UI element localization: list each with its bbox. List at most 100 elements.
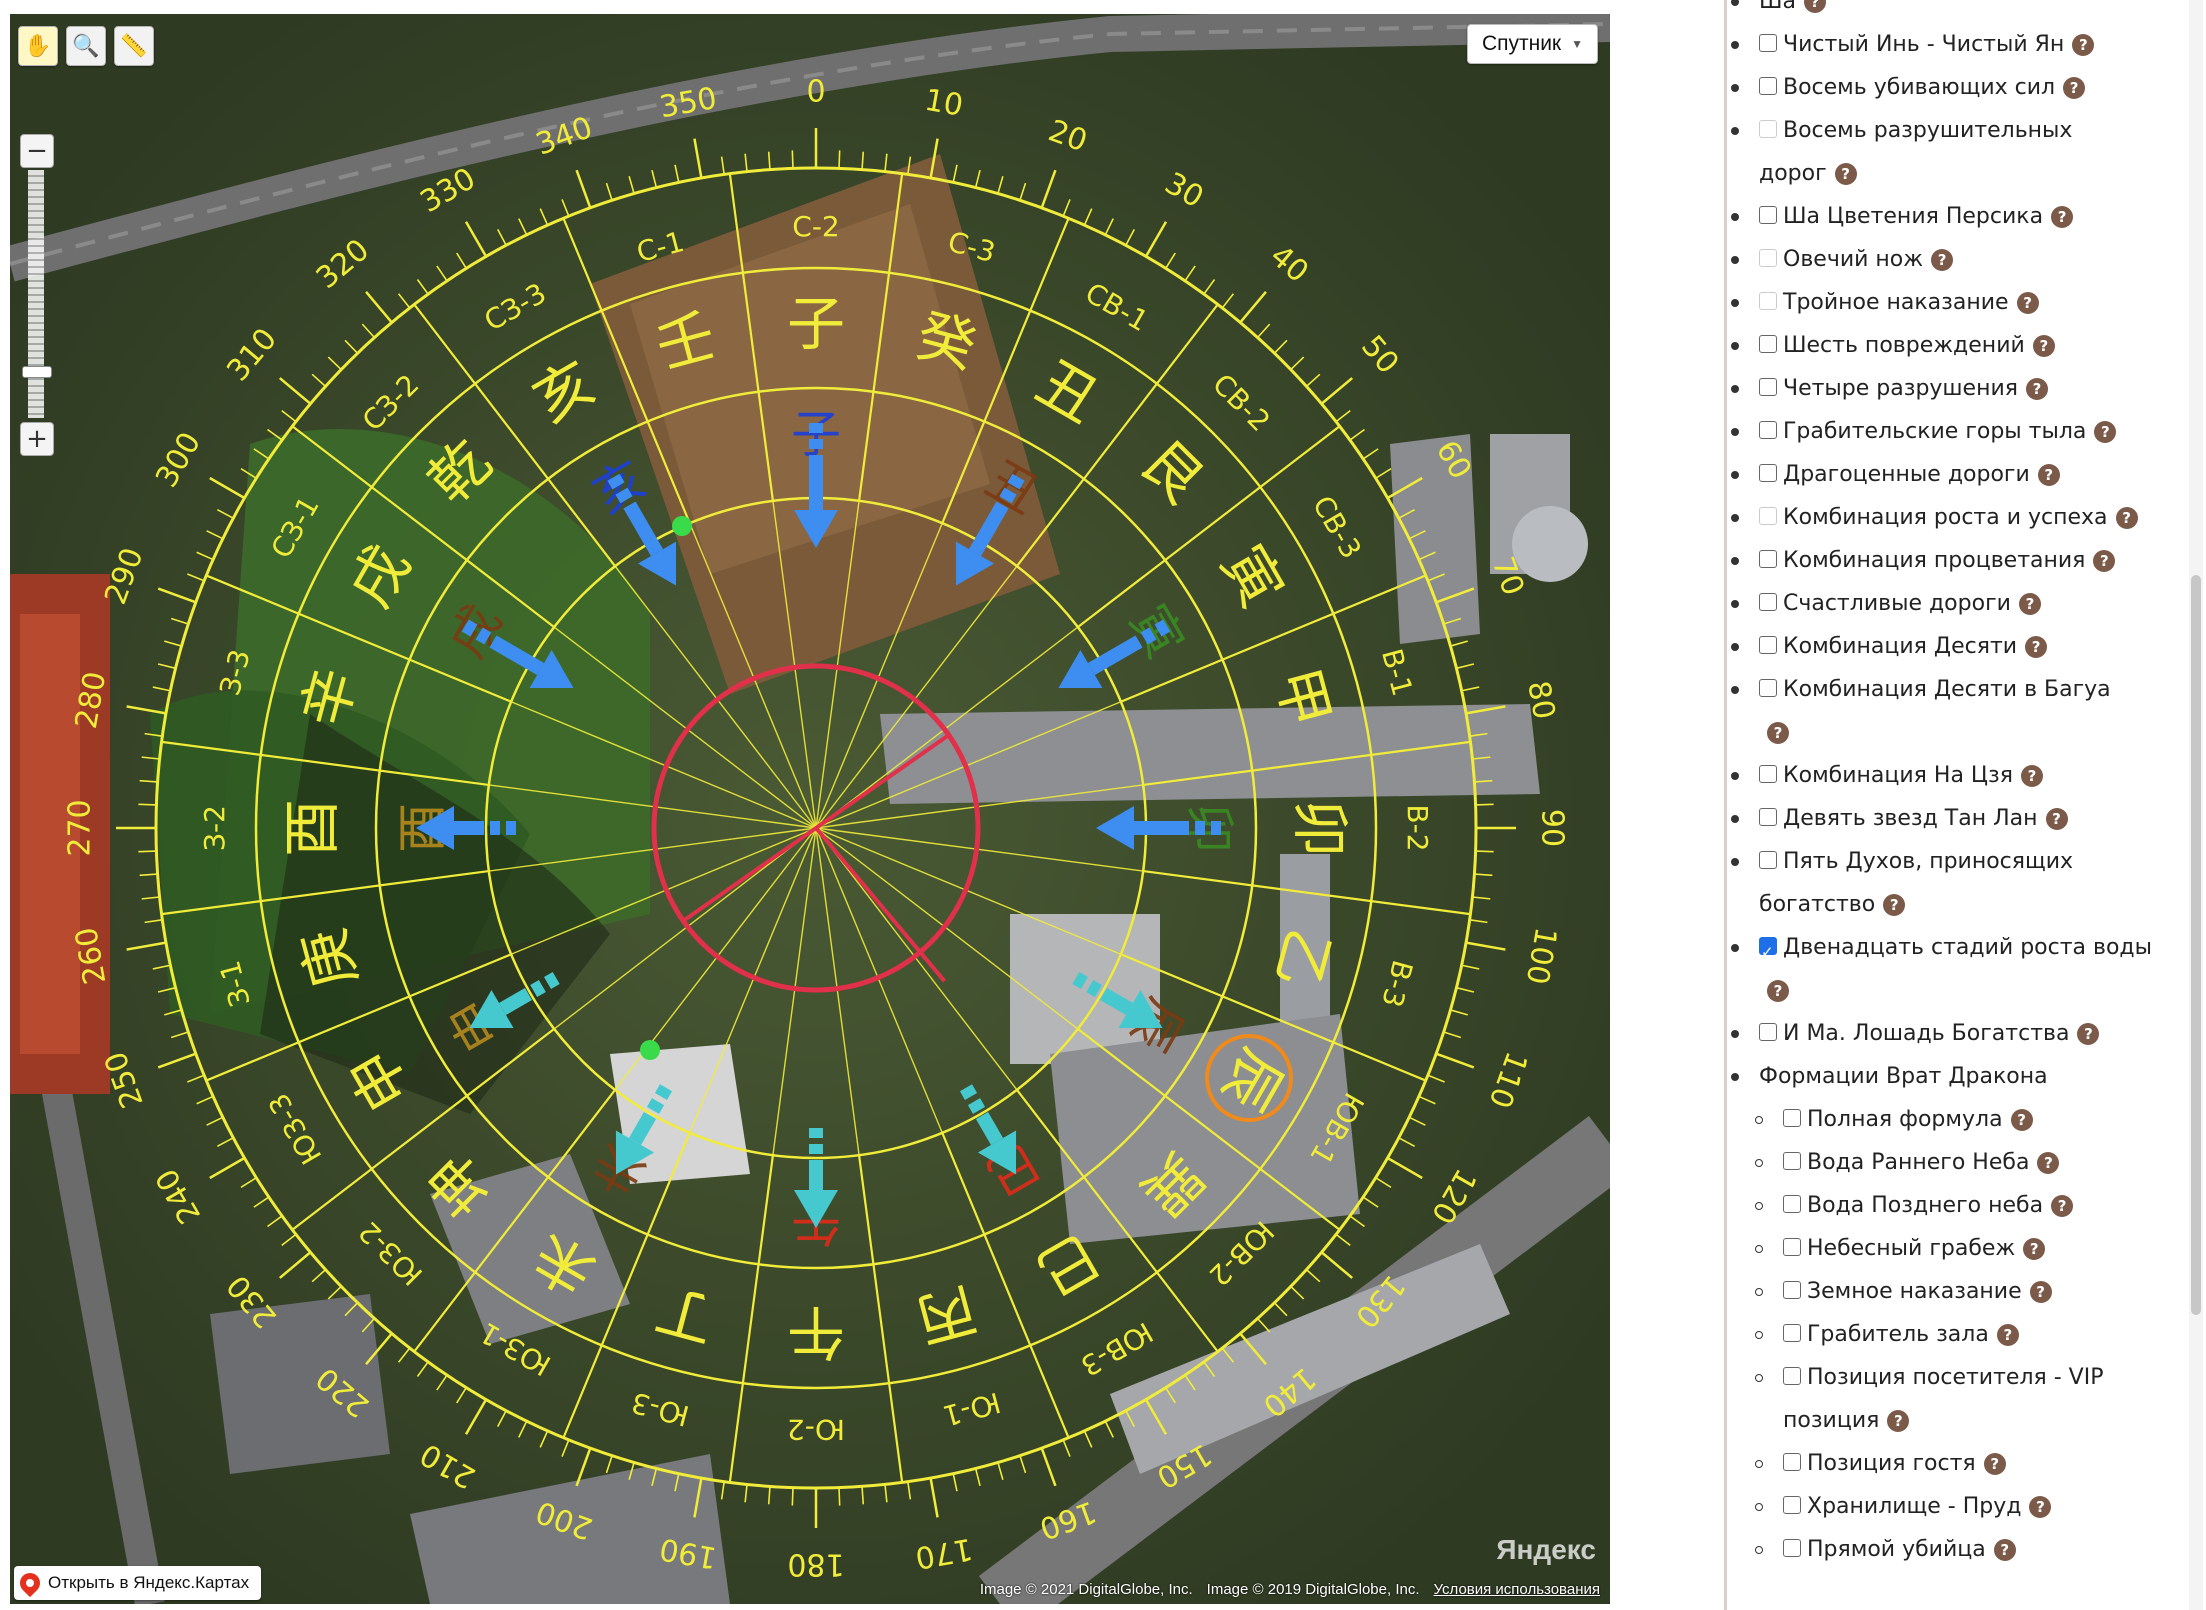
- option-item[interactable]: Ша Цветения Персика?: [1731, 195, 2167, 238]
- option-item[interactable]: Двенадцать стадий роста воды?: [1731, 926, 2167, 1012]
- option-item[interactable]: Комбинация На Цзя?: [1731, 754, 2167, 797]
- help-icon[interactable]: ?: [1983, 1453, 2006, 1475]
- help-icon[interactable]: ?: [2020, 765, 2043, 787]
- option-checkbox[interactable]: [1759, 77, 1777, 95]
- option-item[interactable]: Комбинация Десяти в Багуа?: [1731, 668, 2167, 754]
- option-checkbox[interactable]: [1759, 378, 1777, 396]
- option-item[interactable]: Позиция посетителя - VIP позиция?: [1755, 1356, 2167, 1442]
- help-icon[interactable]: ?: [1834, 163, 1857, 185]
- option-item[interactable]: Земное наказание?: [1755, 1270, 2167, 1313]
- option-item[interactable]: Грабитель зала?: [1755, 1313, 2167, 1356]
- option-checkbox[interactable]: [1759, 593, 1777, 611]
- option-item[interactable]: Вода Раннего Неба?: [1755, 1141, 2167, 1184]
- satellite-map[interactable]: 0 10 20 30 40 50 60 70 80 90 100 110 120 130 140 150 160…: [10, 14, 1610, 1604]
- option-checkbox[interactable]: [1759, 550, 1777, 568]
- option-checkbox[interactable]: [1783, 1324, 1801, 1342]
- magnifier-tool-button[interactable]: 🔍: [66, 26, 106, 66]
- option-item[interactable]: Восемь убивающих сил?: [1731, 66, 2167, 109]
- help-icon[interactable]: ?: [1767, 722, 1789, 744]
- option-item[interactable]: Вода Позднего неба?: [1755, 1184, 2167, 1227]
- option-item[interactable]: Хранилище - Пруд?: [1755, 1485, 2167, 1528]
- option-item[interactable]: Счастливые дороги?: [1731, 582, 2167, 625]
- option-checkbox[interactable]: [1783, 1195, 1801, 1213]
- help-icon[interactable]: ?: [2026, 378, 2049, 400]
- help-icon[interactable]: ?: [2094, 421, 2117, 443]
- option-item[interactable]: Прямой убийца?: [1755, 1528, 2167, 1571]
- help-icon[interactable]: ?: [2072, 34, 2095, 56]
- ruler-tool-button[interactable]: 📏: [114, 26, 154, 66]
- option-item[interactable]: Тройное наказание?: [1731, 281, 2167, 324]
- map-type-select[interactable]: Спутник ▼: [1466, 24, 1598, 64]
- option-checkbox[interactable]: [1759, 808, 1777, 826]
- hand-tool-button[interactable]: ✋: [18, 26, 58, 66]
- option-checkbox[interactable]: [1783, 1238, 1801, 1256]
- help-icon[interactable]: ?: [1883, 894, 1906, 916]
- help-icon[interactable]: ?: [1996, 1324, 2019, 1346]
- terms-of-use-link[interactable]: Условия использования: [1434, 1581, 1601, 1598]
- option-checkbox[interactable]: [1759, 931, 1777, 974]
- option-item[interactable]: Пять Духов, приносящих богатство?: [1731, 840, 2167, 926]
- option-item[interactable]: Шесть повреждений?: [1731, 324, 2167, 367]
- option-checkbox[interactable]: [1759, 335, 1777, 353]
- help-icon[interactable]: ?: [2037, 1152, 2060, 1174]
- option-item[interactable]: Полная формула?: [1755, 1098, 2167, 1141]
- option-item[interactable]: Формации Врат Дракона: [1731, 1055, 2167, 1098]
- option-checkbox[interactable]: [1759, 1023, 1777, 1041]
- option-checkbox[interactable]: [1759, 679, 1777, 697]
- help-icon[interactable]: ?: [2029, 1281, 2052, 1303]
- option-checkbox[interactable]: [1783, 1367, 1801, 1385]
- help-icon[interactable]: ?: [2077, 1023, 2100, 1045]
- scrollbar-thumb[interactable]: [2191, 575, 2201, 1315]
- help-icon[interactable]: ?: [2037, 464, 2060, 486]
- zoom-out-button[interactable]: −: [20, 134, 54, 168]
- help-icon[interactable]: ?: [2093, 550, 2116, 572]
- option-checkbox[interactable]: [1783, 1109, 1801, 1127]
- option-item[interactable]: Ша?: [1731, 0, 2167, 23]
- zoom-slider-thumb[interactable]: [22, 366, 52, 378]
- option-checkbox[interactable]: [1783, 1539, 1801, 1557]
- option-item[interactable]: И Ма. Лошадь Богатства?: [1731, 1012, 2167, 1055]
- help-icon[interactable]: ?: [2018, 593, 2041, 615]
- help-icon[interactable]: ?: [2010, 1109, 2033, 1131]
- open-in-yandex-maps-link[interactable]: Открыть в Яндекс.Картах: [14, 1566, 262, 1600]
- option-item[interactable]: Небесный грабеж?: [1755, 1227, 2167, 1270]
- help-icon[interactable]: ?: [2051, 1195, 2074, 1217]
- help-icon[interactable]: ?: [1993, 1539, 2016, 1561]
- option-checkbox[interactable]: [1783, 1496, 1801, 1514]
- zoom-in-button[interactable]: +: [20, 422, 54, 456]
- option-checkbox[interactable]: [1759, 636, 1777, 654]
- help-icon[interactable]: ?: [1804, 0, 1827, 13]
- help-icon[interactable]: ?: [1931, 249, 1954, 271]
- option-item[interactable]: Девять звезд Тан Лан?: [1731, 797, 2167, 840]
- help-icon[interactable]: ?: [2023, 1238, 2046, 1260]
- help-icon[interactable]: ?: [1887, 1410, 1910, 1432]
- option-checkbox[interactable]: [1759, 34, 1777, 52]
- help-icon[interactable]: ?: [2032, 335, 2055, 357]
- help-icon[interactable]: ?: [2045, 808, 2068, 830]
- option-item[interactable]: Комбинация процветания?: [1731, 539, 2167, 582]
- option-item[interactable]: Грабительские горы тыла?: [1731, 410, 2167, 453]
- option-checkbox[interactable]: [1783, 1281, 1801, 1299]
- option-item[interactable]: Овечий нож?: [1731, 238, 2167, 281]
- option-checkbox[interactable]: [1759, 206, 1777, 224]
- help-icon[interactable]: ?: [2063, 77, 2086, 99]
- option-checkbox[interactable]: [1759, 851, 1777, 869]
- option-item[interactable]: Драгоценные дороги?: [1731, 453, 2167, 496]
- option-item[interactable]: Четыре разрушения?: [1731, 367, 2167, 410]
- option-item[interactable]: Позиция гостя?: [1755, 1442, 2167, 1485]
- option-checkbox[interactable]: [1759, 421, 1777, 439]
- option-checkbox[interactable]: [1759, 464, 1777, 482]
- zoom-slider-track[interactable]: [28, 170, 44, 418]
- help-icon[interactable]: ?: [1767, 980, 1789, 1002]
- option-checkbox[interactable]: [1759, 765, 1777, 783]
- panel-scrollbar[interactable]: [2189, 0, 2203, 1610]
- help-icon[interactable]: ?: [2115, 507, 2138, 529]
- help-icon[interactable]: ?: [2025, 636, 2048, 658]
- option-checkbox[interactable]: [1783, 1152, 1801, 1170]
- option-checkbox[interactable]: [1783, 1453, 1801, 1471]
- option-item[interactable]: Комбинация Десяти?: [1731, 625, 2167, 668]
- help-icon[interactable]: ?: [2029, 1496, 2052, 1518]
- option-item[interactable]: Чистый Инь - Чистый Ян?: [1731, 23, 2167, 66]
- option-item[interactable]: Комбинация роста и успеха?: [1731, 496, 2167, 539]
- help-icon[interactable]: ?: [2051, 206, 2074, 228]
